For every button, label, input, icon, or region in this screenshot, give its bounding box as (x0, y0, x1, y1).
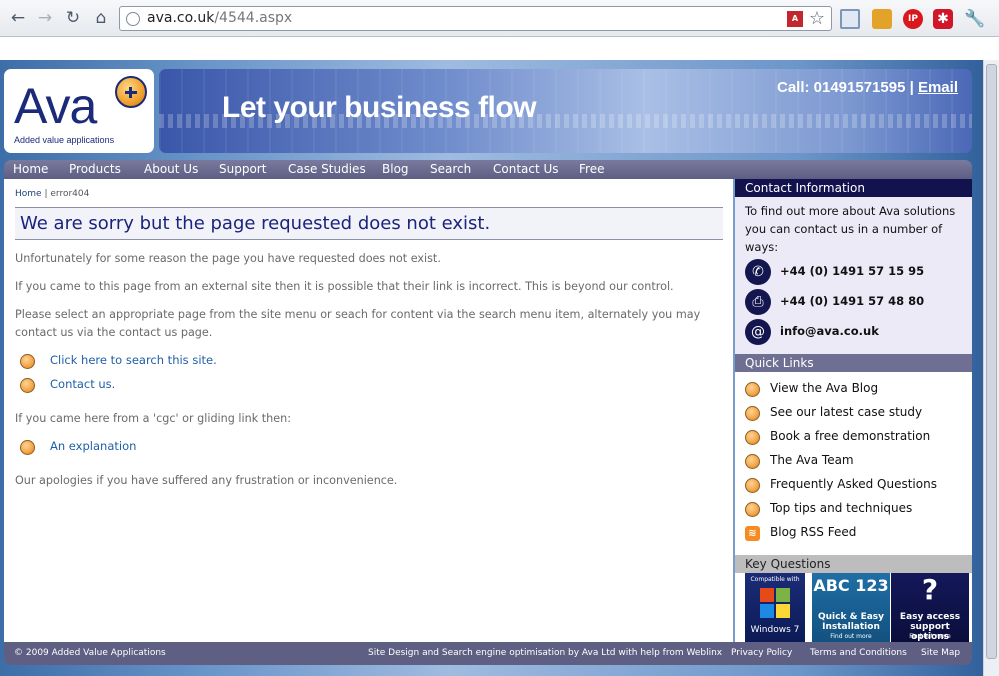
paragraph-apologies: Our apologies if you have suffered any f… (15, 474, 398, 487)
extension-basket-icon[interactable] (872, 9, 892, 29)
footer-copyright: © 2009 Added Value Applications (14, 648, 166, 658)
bullet-icon (745, 502, 760, 517)
bullet-icon (745, 454, 760, 469)
browser-toolbar: ← → ↻ ⌂ ava.co.uk/4544.aspx A ☆ IP ✱ 🔧 (0, 0, 999, 37)
paragraph-cgc: If you came here from a 'cgc' or gliding… (15, 412, 291, 425)
question-mark-icon: ? (921, 573, 939, 606)
wrench-icon[interactable]: 🔧 (964, 9, 985, 29)
bullet-icon (20, 378, 35, 393)
support-more: Find out more (909, 633, 951, 640)
breadcrumb: Home | error404 (15, 189, 89, 199)
nav-search[interactable]: Search (430, 162, 471, 176)
windows7-badge[interactable]: Compatible with Windows 7 (745, 573, 805, 642)
nav-contact-us[interactable]: Contact Us (493, 162, 559, 176)
footer-sitemap-link[interactable]: Site Map (921, 648, 960, 658)
installation-badge[interactable]: ABC 123 Quick & Easy Installation Find o… (812, 573, 890, 642)
windows7-label: Windows 7 (750, 625, 800, 635)
page-title: We are sorry but the page requested does… (20, 213, 491, 234)
support-badge[interactable]: ? Easy access support options Find out m… (891, 573, 969, 642)
installation-more: Find out more (830, 633, 872, 640)
paragraph-not-exist: Unfortunately for some reason the page y… (15, 252, 441, 265)
globe-icon (126, 12, 140, 26)
url-text: ava.co.uk/4544.aspx (147, 10, 293, 26)
home-icon[interactable]: ⌂ (90, 8, 112, 28)
nav-products[interactable]: Products (69, 162, 121, 176)
bookmark-star-icon[interactable]: ☆ (809, 8, 825, 29)
breadcrumb-current: error404 (50, 189, 90, 199)
contact-us-link[interactable]: Contact us. (50, 377, 115, 391)
call-number: Call: 01491571595 (776, 79, 906, 96)
footer-privacy-link[interactable]: Privacy Policy (731, 648, 792, 658)
quick-links-heading: Quick Links (735, 354, 972, 372)
nav-about-us[interactable]: About Us (144, 162, 198, 176)
site-logo[interactable]: Ava Added value applications (4, 69, 154, 153)
contact-heading: Contact Information (735, 179, 972, 197)
extension-page-icon[interactable] (840, 9, 860, 29)
bullet-icon (745, 430, 760, 445)
email-link[interactable]: Email (918, 79, 958, 96)
nav-free[interactable]: Free (579, 162, 604, 176)
key-questions-heading: Key Questions (735, 555, 972, 573)
phone-number: +44 (0) 1491 57 15 95 (780, 264, 925, 278)
nav-blog[interactable]: Blog (382, 162, 409, 176)
call-info: Call: 01491571595 | Email (777, 79, 958, 96)
contact-email[interactable]: info@ava.co.uk (780, 324, 879, 338)
header-banner: Let your business flow Call: 01491571595… (159, 69, 972, 153)
bullet-icon (745, 406, 760, 421)
sidebar: Contact Information To find out more abo… (735, 179, 972, 642)
fax-icon: ⎙ (745, 289, 771, 315)
rss-icon: ≋ (745, 526, 760, 541)
paragraph-external-site: If you came to this page from an externa… (15, 280, 674, 293)
banner-tagline: Let your business flow (222, 91, 537, 124)
breadcrumb-home[interactable]: Home (15, 189, 42, 199)
main-nav: Home Products About Us Support Case Stud… (4, 160, 972, 179)
explanation-link[interactable]: An explanation (50, 439, 136, 453)
phone-icon: ✆ (745, 259, 771, 285)
address-bar[interactable]: ava.co.uk/4544.aspx A ☆ (119, 6, 832, 31)
pdf-icon[interactable]: A (787, 11, 803, 27)
extension-asterisk-icon[interactable]: ✱ (933, 9, 953, 29)
browser-chrome: ← → ↻ ⌂ ava.co.uk/4544.aspx A ☆ IP ✱ 🔧 (0, 0, 999, 60)
logo-subtitle: Added value applications (14, 135, 115, 145)
windows7-caption: Compatible with (750, 576, 800, 583)
bullet-icon (745, 382, 760, 397)
fax-number: +44 (0) 1491 57 48 80 (780, 294, 925, 308)
search-site-link[interactable]: Click here to search this site. (50, 353, 217, 367)
windows-logo-icon (760, 588, 790, 618)
logo-plus-icon (115, 76, 147, 108)
contact-panel: To find out more about Ava solutions you… (735, 197, 972, 354)
back-icon[interactable]: ← (7, 8, 29, 28)
footer-terms-link[interactable]: Terms and Conditions (810, 648, 907, 658)
paragraph-select-page: Please select an appropriate page from t… (15, 308, 701, 339)
call-separator: | (909, 79, 914, 96)
nav-support[interactable]: Support (219, 162, 266, 176)
email-icon: @ (745, 319, 771, 345)
breadcrumb-separator: | (44, 189, 48, 199)
logo-text: Ava (14, 78, 97, 134)
nav-case-studies[interactable]: Case Studies (288, 162, 366, 176)
forward-icon[interactable]: → (34, 8, 56, 28)
bullet-icon (20, 354, 35, 369)
reload-icon[interactable]: ↻ (62, 8, 84, 28)
vertical-scrollbar[interactable] (983, 60, 999, 676)
extension-ip-icon[interactable]: IP (903, 9, 923, 29)
installation-label: Quick & Easy Installation (817, 612, 885, 632)
site-frame: Ava Added value applications Let your bu… (4, 69, 972, 669)
site-footer: © 2009 Added Value Applications Site Des… (4, 642, 972, 665)
bullet-icon (20, 440, 35, 455)
footer-credit[interactable]: Site Design and Search engine optimisati… (368, 648, 722, 658)
nav-home[interactable]: Home (13, 162, 48, 176)
bullet-icon (745, 478, 760, 493)
contact-intro: To find out more about Ava solutions you… (745, 204, 956, 254)
page-title-box: We are sorry but the page requested does… (15, 207, 723, 240)
abc-123-graphic: ABC 123 (813, 576, 889, 595)
main-content: Home | error404 We are sorry but the pag… (4, 179, 733, 642)
scrollbar-thumb[interactable] (986, 64, 997, 659)
